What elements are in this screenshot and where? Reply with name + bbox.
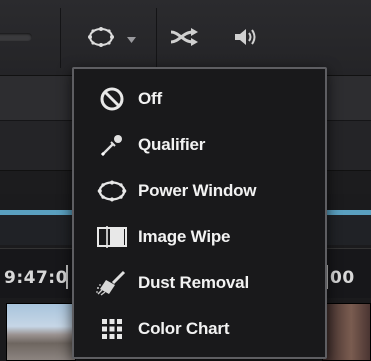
- shuffle-button[interactable]: [165, 24, 203, 54]
- menu-item-label: Off: [138, 89, 162, 108]
- window-mode-dropdown-button[interactable]: [72, 24, 150, 54]
- menu-item-off[interactable]: Off: [74, 77, 325, 121]
- viewer-toolbar: [0, 0, 371, 75]
- chevron-down-icon: [126, 30, 136, 48]
- image-wipe-icon: [96, 223, 128, 251]
- timecode-right: 00: [330, 268, 355, 288]
- menu-item-color-chart[interactable]: Color Chart: [74, 307, 325, 351]
- color-chart-grid-icon: [96, 315, 128, 343]
- menu-item-label: Dust Removal: [138, 273, 249, 292]
- window-mode-menu: Off Qualifier Power Window Image Wipe Du…: [72, 67, 327, 359]
- menu-item-label: Color Chart: [138, 319, 230, 338]
- menu-item-image-wipe[interactable]: Image Wipe: [74, 215, 325, 259]
- menu-item-label: Image Wipe: [138, 227, 231, 246]
- playhead-marker[interactable]: [66, 265, 68, 289]
- shuffle-icon: [169, 27, 199, 51]
- menu-item-power-window[interactable]: Power Window: [74, 169, 325, 213]
- timecode-left: 9:47:0: [4, 268, 68, 288]
- menu-item-label: Power Window: [138, 181, 257, 200]
- menu-item-qualifier[interactable]: Qualifier: [74, 123, 325, 167]
- clip-thumbnail[interactable]: [6, 303, 76, 361]
- power-window-icon: [87, 26, 115, 53]
- menu-item-label: Qualifier: [138, 135, 206, 154]
- speaker-icon: [233, 27, 259, 52]
- toolbar-divider: [156, 8, 157, 68]
- power-window-icon: [96, 177, 128, 205]
- toolbar-divider: [60, 8, 61, 68]
- menu-item-dust-removal[interactable]: Dust Removal: [74, 261, 325, 305]
- toolbar-slider[interactable]: [0, 33, 32, 41]
- clip-thumbnail[interactable]: [322, 303, 371, 361]
- off-circle-slash-icon: [96, 85, 128, 113]
- eyedropper-icon: [96, 131, 128, 159]
- brush-icon: [96, 269, 128, 297]
- audio-button[interactable]: [228, 24, 264, 54]
